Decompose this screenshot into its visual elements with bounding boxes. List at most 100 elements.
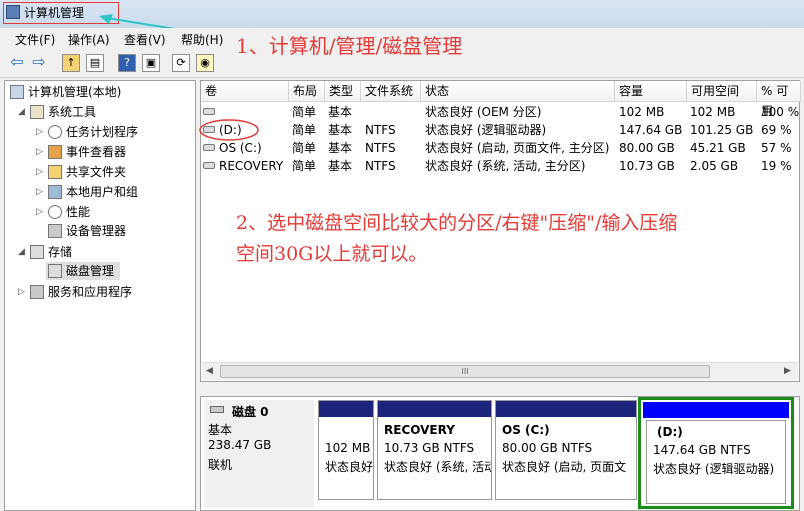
disk-type: 基本	[208, 423, 233, 437]
console-tree-icon[interactable]: ▤	[86, 54, 104, 72]
partition-size: 102 MB	[325, 441, 371, 455]
collapse-arrow-icon[interactable]: ▷	[36, 127, 43, 137]
cell-type: 基本	[328, 123, 353, 137]
tree-item-storage[interactable]: 存储	[30, 243, 72, 261]
computer-icon	[10, 85, 24, 99]
disk-management-icon	[48, 264, 62, 278]
shared-folder-icon	[48, 165, 62, 179]
partition-recovery[interactable]: RECOVERY 10.73 GB NTFS 状态良好 (系统, 活动	[377, 400, 492, 500]
expand-arrow-icon[interactable]: ◢	[18, 247, 25, 257]
cell-status: 状态良好 (系统, 活动, 主分区)	[425, 159, 586, 173]
cell-free-space: 2.05 GB	[690, 159, 739, 173]
disk-status: 联机	[208, 458, 233, 472]
menu-view[interactable]: 查看(V)	[124, 31, 166, 48]
cell-free-space: 101.25 GB	[690, 123, 754, 137]
table-row[interactable]: RECOVERY	[203, 157, 283, 175]
partition-title: OS (C:)	[502, 423, 550, 437]
expand-arrow-icon[interactable]: ◢	[18, 107, 25, 117]
tree-item-device-manager[interactable]: 设备管理器	[48, 222, 126, 240]
annotation-step-2-line-1: 2、选中磁盘空间比较大的分区/右键"压缩"/输入压缩	[236, 212, 678, 234]
partition-size: 80.00 GB NTFS	[502, 441, 593, 455]
cell-layout: 简单	[292, 159, 317, 173]
users-icon	[48, 185, 62, 199]
column-header-volume[interactable]: 卷	[201, 81, 289, 102]
table-row[interactable]: OS (C:)	[203, 139, 262, 157]
menu-file[interactable]: 文件(F)	[15, 31, 55, 48]
cell-layout: 简单	[292, 141, 317, 155]
tree-item-task-scheduler[interactable]: 任务计划程序	[48, 123, 138, 141]
menu-action[interactable]: 操作(A)	[68, 31, 110, 48]
disk-size: 238.47 GB	[208, 438, 272, 452]
collapse-arrow-icon[interactable]: ▷	[36, 147, 43, 157]
partition-size: 10.73 GB NTFS	[384, 441, 475, 455]
partition-status: 状态良好 (系统, 活动	[384, 460, 492, 474]
cell-status: 状态良好 (启动, 页面文件, 主分区)	[425, 141, 610, 155]
cell-filesystem: NTFS	[365, 159, 396, 173]
help-icon[interactable]: ?	[118, 54, 136, 72]
partition-size: 147.64 GB NTFS	[653, 443, 751, 457]
partition-bar	[378, 401, 491, 417]
column-header-capacity[interactable]: 容量	[615, 81, 687, 102]
tree-item-system-tools[interactable]: 系统工具	[30, 103, 96, 121]
cell-capacity: 147.64 GB	[619, 123, 683, 137]
event-viewer-icon	[48, 145, 62, 159]
back-icon[interactable]: ⇦	[8, 54, 26, 72]
window-title: 计算机管理	[24, 6, 85, 20]
partition-bar	[319, 401, 373, 417]
disk-name: 磁盘 0	[232, 405, 269, 419]
partition-oem[interactable]: 102 MB 状态良好	[318, 400, 374, 500]
collapse-arrow-icon[interactable]: ▷	[36, 167, 43, 177]
cell-filesystem: NTFS	[365, 123, 396, 137]
annotation-step-2-line-2: 空间30G以上就可以。	[236, 243, 428, 265]
cell-status: 状态良好 (OEM 分区)	[425, 105, 542, 119]
partition-d[interactable]: (D:) 147.64 GB NTFS 状态良好 (逻辑驱动器)	[646, 420, 786, 504]
properties-icon[interactable]: ▣	[142, 54, 160, 72]
column-header-layout[interactable]: 布局	[289, 81, 325, 102]
scroll-right-icon[interactable]: ▶	[784, 366, 791, 376]
cell-type: 基本	[328, 159, 353, 173]
disk-0-label[interactable]: 磁盘 0 基本 238.47 GB 联机	[204, 400, 314, 508]
refresh-icon[interactable]: ⟳	[172, 54, 190, 72]
volume-icon	[203, 108, 215, 115]
cell-filesystem: NTFS	[365, 141, 396, 155]
partition-title: RECOVERY	[384, 423, 455, 437]
cell-type: 基本	[328, 141, 353, 155]
column-header-type[interactable]: 类型	[325, 81, 361, 102]
tree-item-event-viewer[interactable]: 事件查看器	[48, 143, 126, 161]
tree-item-shared-folders[interactable]: 共享文件夹	[48, 163, 126, 181]
partition-d-highlight[interactable]: (D:) 147.64 GB NTFS 状态良好 (逻辑驱动器)	[638, 397, 794, 509]
tree-root[interactable]: 计算机管理(本地)	[10, 83, 121, 101]
collapse-arrow-icon[interactable]: ▷	[36, 187, 43, 197]
partition-os-c[interactable]: OS (C:) 80.00 GB NTFS 状态良好 (启动, 页面文	[495, 400, 637, 500]
scrollbar-thumb[interactable]: III	[220, 365, 710, 378]
scroll-left-icon[interactable]: ◀	[206, 366, 213, 376]
column-header-percent-free[interactable]: % 可用	[757, 81, 801, 118]
menu-help[interactable]: 帮助(H)	[181, 31, 223, 48]
tree-item-disk-management[interactable]: 磁盘管理	[46, 262, 121, 280]
tree-item-services-apps[interactable]: 服务和应用程序	[30, 283, 132, 301]
storage-icon	[30, 245, 44, 259]
tree-item-local-users[interactable]: 本地用户和组	[48, 183, 138, 201]
cell-free-space: 45.21 GB	[690, 141, 746, 155]
tools-icon	[30, 105, 44, 119]
device-manager-icon	[48, 224, 62, 238]
tree-item-performance[interactable]: 性能	[48, 203, 90, 221]
cell-layout: 简单	[292, 105, 317, 119]
column-header-free-space[interactable]: 可用空间	[687, 81, 757, 102]
cell-layout: 简单	[292, 123, 317, 137]
forward-icon[interactable]: ⇨	[30, 54, 48, 72]
disk-icon[interactable]: ◉	[196, 54, 214, 72]
cell-percent-free: 57 %	[761, 141, 792, 155]
up-folder-icon[interactable]: ↑	[62, 54, 80, 72]
logical-partition-bar	[643, 402, 789, 418]
partition-title: (D:)	[657, 425, 683, 439]
horizontal-scrollbar[interactable]: ◀ III ▶	[202, 362, 798, 380]
partition-status: 状态良好	[325, 460, 373, 474]
cell-status: 状态良好 (逻辑驱动器)	[425, 123, 547, 137]
collapse-arrow-icon[interactable]: ▷	[18, 287, 25, 297]
collapse-arrow-icon[interactable]: ▷	[36, 207, 43, 217]
column-header-filesystem[interactable]: 文件系统	[361, 81, 421, 102]
computer-management-icon	[6, 5, 20, 19]
cell-percent-free: 100 %	[761, 105, 800, 119]
column-header-status[interactable]: 状态	[421, 81, 615, 102]
